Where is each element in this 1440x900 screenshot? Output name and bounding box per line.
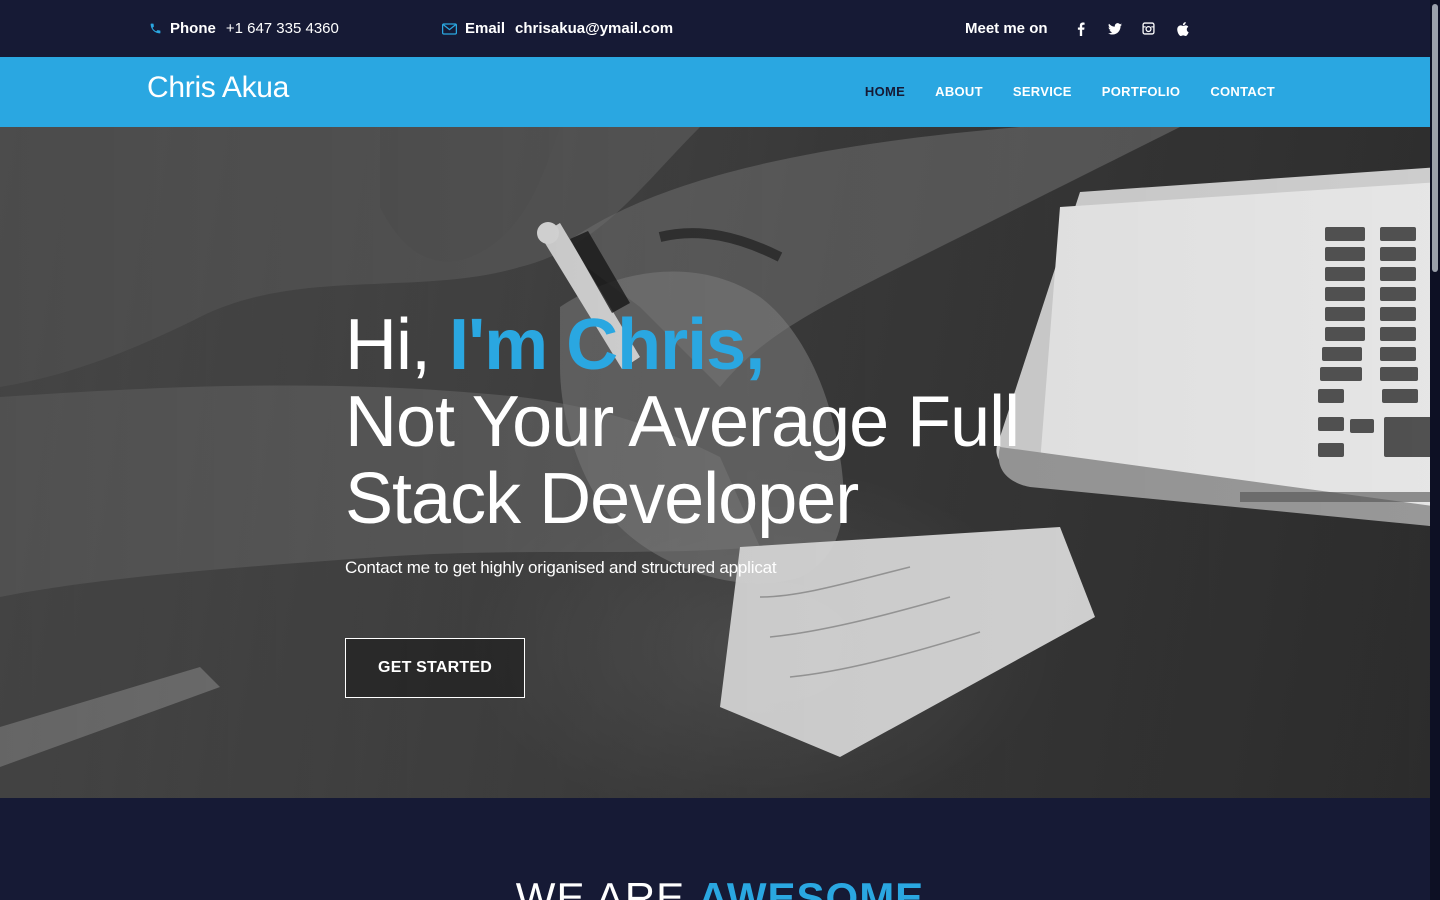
phone-info: Phone +1 647 335 4360 [149,0,339,57]
phone-label: Phone [170,20,216,37]
section-title-accent: AWESOME [697,874,925,900]
phone-value[interactable]: +1 647 335 4360 [226,20,339,37]
headline-greeting: Hi, [345,305,449,385]
apple-icon[interactable] [1166,14,1200,44]
nav-item-home[interactable]: HOME [865,84,905,99]
meet-label: Meet me on [965,20,1048,37]
nav-item-contact[interactable]: CONTACT [1210,84,1275,99]
email-info: Email chrisakua@ymail.com [442,0,673,57]
page-scrollbar[interactable] [1430,0,1440,900]
get-started-button[interactable]: GET STARTED [345,638,525,698]
nav-item-service[interactable]: SERVICE [1013,84,1072,99]
headline-line3: Stack Developer [345,459,859,539]
hero-section: Hi, I'm Chris, Not Your Average Full Sta… [0,127,1440,798]
nav-item-portfolio[interactable]: PORTFOLIO [1102,84,1181,99]
headline-line2: Not Your Average Full [345,382,1020,462]
email-value[interactable]: chrisakua@ymail.com [515,20,673,37]
hero-headline: Hi, I'm Chris, Not Your Average Full Sta… [345,307,1045,538]
section-title: WE ARE AWESOME [0,874,1440,900]
facebook-icon[interactable] [1064,14,1098,44]
nav-menu: HOME ABOUT SERVICE PORTFOLIO CONTACT [865,57,1275,127]
brand-logo[interactable]: Chris Akua [147,71,289,105]
about-section: WE ARE AWESOME [0,798,1440,900]
email-label: Email [465,20,506,37]
headline-name: I'm Chris, [449,305,765,385]
main-navbar: Chris Akua HOME ABOUT SERVICE PORTFOLIO … [0,57,1440,127]
hero-text: Hi, I'm Chris, Not Your Average Full Sta… [345,307,1045,578]
instagram-icon[interactable] [1132,14,1166,44]
twitter-icon[interactable] [1098,14,1132,44]
section-title-plain: WE ARE [515,874,698,900]
scrollbar-thumb[interactable] [1432,4,1438,272]
top-info-bar: Phone +1 647 335 4360 Email chrisakua@ym… [0,0,1440,57]
nav-item-about[interactable]: ABOUT [935,84,983,99]
phone-icon [149,22,162,35]
social-links: Meet me on [965,0,1200,57]
envelope-icon [442,22,457,35]
hero-subtitle: Contact me to get highly origanised and … [345,558,777,577]
